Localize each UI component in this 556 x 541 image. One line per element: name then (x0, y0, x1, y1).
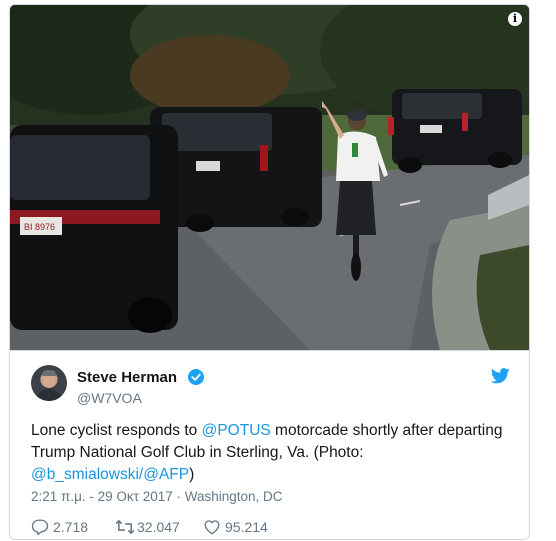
mention-afp-link[interactable]: @AFP (143, 466, 189, 483)
author-handle[interactable]: @W7VOA (77, 390, 142, 406)
twitter-bird-icon[interactable] (491, 368, 510, 384)
verified-badge-icon (188, 369, 204, 385)
photo-illustration: BI 8976 (10, 5, 529, 350)
tweet-text-part: Lone cyclist responds to (31, 422, 202, 439)
tweet-photo[interactable]: BI 8976 i (10, 5, 529, 350)
mention-potus-link[interactable]: @POTUS (202, 422, 271, 439)
avatar-hair (42, 370, 56, 376)
like-icon (204, 520, 220, 535)
divider (10, 350, 529, 351)
tweet-text-part: ) (189, 466, 195, 483)
avatar-shoulders (35, 389, 63, 401)
reply-icon (31, 519, 49, 536)
license-plate-text: BI 8976 (24, 222, 55, 232)
reply-count: 2.718 (53, 519, 89, 535)
tweet-card[interactable]: BI 8976 i Steve Herman @W7VOA Lone cycli… (9, 4, 530, 540)
info-icon[interactable]: i (508, 12, 522, 26)
avatar[interactable] (31, 365, 67, 401)
retweet-icon (115, 520, 135, 534)
mention-photographer-link[interactable]: @b_smialowski (31, 466, 139, 483)
tweet-text: Lone cyclist responds to @POTUS motorcad… (31, 420, 511, 486)
author-name[interactable]: Steve Herman (77, 369, 177, 386)
like-count: 95.214 (225, 519, 268, 535)
tweet-timestamp[interactable]: 2:21 π.μ. - 29 Οκτ 2017 · Washington, DC (31, 489, 283, 504)
retweet-count: 32.047 (137, 519, 180, 535)
